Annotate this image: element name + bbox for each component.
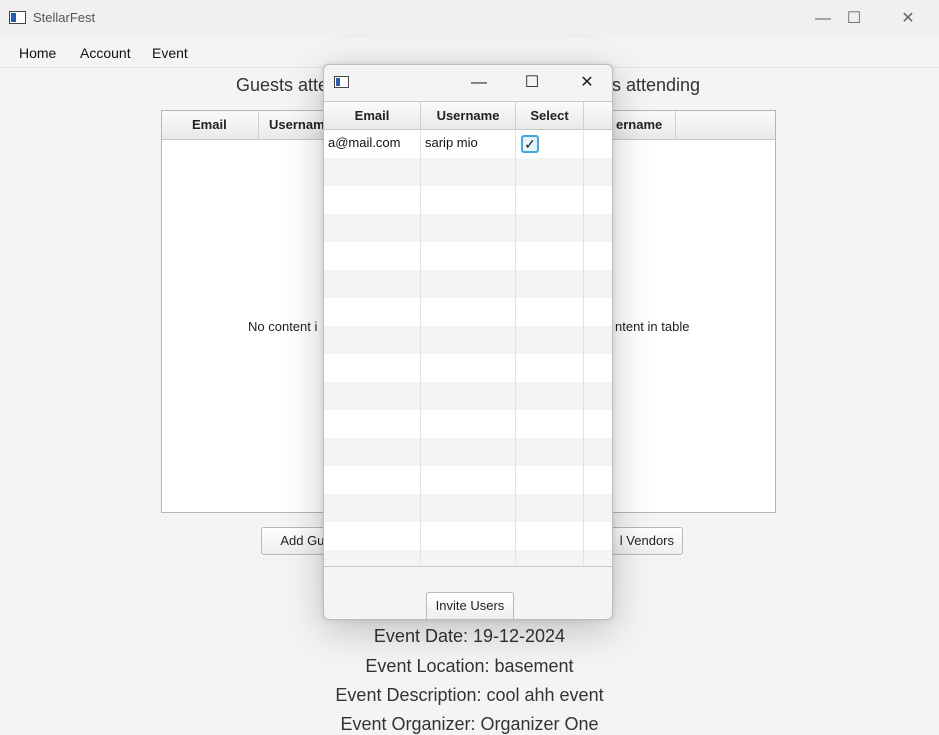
dialog-close-button[interactable]: ✕ [567, 69, 607, 97]
guests-table-empty-text: No content i [248, 319, 318, 334]
menu-home[interactable]: Home [19, 45, 56, 61]
menu-event[interactable]: Event [152, 45, 188, 61]
event-organizer: Event Organizer: Organizer One [340, 714, 599, 734]
close-button[interactable]: ✕ [885, 4, 931, 34]
dialog-maximize-button[interactable]: ☐ [512, 69, 552, 97]
event-date: Event Date: 19-12-2024 [373, 626, 566, 646]
dialog-app-icon [334, 76, 349, 88]
app-title: StellarFest [33, 10, 96, 25]
maximize-button[interactable]: ☐ [831, 4, 877, 34]
title-bar: StellarFest — ☐ ✕ [0, 0, 939, 38]
username-column-header[interactable]: Username [421, 102, 516, 130]
guests-email-column-header[interactable]: Email [162, 111, 259, 139]
table-row-username: sarip mio [425, 135, 478, 150]
filler-column-header [584, 102, 612, 130]
users-table[interactable]: Email Username Select a@mail.com sarip m… [324, 101, 612, 567]
app-icon [9, 11, 26, 24]
invite-users-button[interactable]: Invite Users [426, 592, 514, 619]
vendors-table-empty-text: ntent in table [615, 319, 690, 334]
dialog-minimize-button[interactable]: — [459, 69, 499, 97]
event-location: Event Location: basement [365, 656, 574, 676]
dialog-title-bar: — ☐ ✕ [324, 65, 612, 101]
select-column-header[interactable]: Select [516, 102, 584, 130]
table-row-email: a@mail.com [328, 135, 401, 150]
event-description: Event Description: cool ahh event [335, 685, 604, 705]
invite-users-dialog: — ☐ ✕ Email Username Select a@mail.com s… [323, 64, 613, 620]
menu-account[interactable]: Account [80, 45, 131, 61]
guests-attending-heading: Guests atte [236, 75, 329, 95]
select-checkbox[interactable]: ✓ [521, 135, 539, 153]
vendors-attending-heading: s attending [612, 75, 701, 95]
vendors-username-column-header[interactable]: ername [614, 111, 676, 139]
users-table-header: Email Username Select [324, 102, 612, 130]
email-column-header[interactable]: Email [324, 102, 421, 130]
